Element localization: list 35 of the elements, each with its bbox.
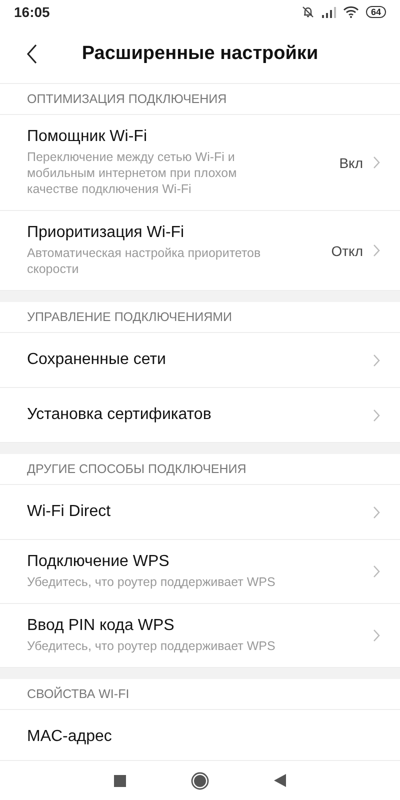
back-nav-icon[interactable] [274, 774, 286, 787]
item-title: Ввод PIN кода WPS [27, 617, 176, 635]
item-title: Приоритизация Wi-Fi [27, 224, 186, 242]
item-value: Откл [331, 242, 363, 258]
item-description: Переключение между сетью Wi-Fi и мобильным интернетом при плохом качестве подключения Wi-Fi [27, 149, 238, 197]
item-title: Сохраненные сети [27, 351, 167, 369]
section-header: УПРАВЛЕНИЕ ПОДКЛЮЧЕНИЯМИ [0, 302, 400, 333]
status-time: 16:05 [14, 4, 50, 20]
muted-bell-icon [300, 6, 315, 18]
item-title: Подключение WPS [27, 553, 170, 571]
signal-icon [322, 6, 336, 18]
battery-level: 64 [366, 6, 386, 18]
settings-item[interactable]: Wi-Fi Direct [0, 485, 400, 540]
section-header: ДРУГИЕ СПОСОБЫ ПОДКЛЮЧЕНИЯ [0, 454, 400, 485]
item-description: Убедитесь, что роутер поддерживает WPS [27, 638, 276, 654]
item-title: Помощник Wi-Fi [27, 128, 148, 146]
settings-item[interactable]: Подключение WPS Убедитесь, что роутер поддерживает WPS [0, 540, 400, 604]
item-title: MAC-адрес [27, 728, 113, 746]
item-title: Установка сертификатов [27, 406, 212, 424]
section-header: ОПТИМИЗАЦИЯ ПОДКЛЮЧЕНИЯ [0, 84, 400, 115]
item-value: Вкл [339, 154, 363, 170]
item-description: Автоматическая настройка приоритетов скорости [27, 245, 262, 277]
settings-item[interactable]: Ввод PIN кода WPS Убедитесь, что роутер поддерживает WPS [0, 604, 400, 668]
item-title: Wi-Fi Direct [27, 503, 112, 521]
wifi-icon [342, 6, 359, 18]
page-title: Расширенные настройки [82, 42, 318, 64]
recents-icon[interactable] [114, 774, 126, 786]
home-icon[interactable] [191, 772, 209, 790]
section-header: СВОЙСТВА WI-FI [0, 679, 400, 710]
item-description: Убедитесь, что роутер поддерживает WPS [27, 574, 276, 590]
back-icon[interactable] [26, 44, 38, 64]
settings-item[interactable]: Помощник Wi-Fi Переключение между сетью Wi-Fi и мобильным интернетом при плохом качестве подключения Wi-Fi Вкл [0, 115, 400, 211]
settings-item[interactable]: Приоритизация Wi-Fi Автоматическая настройка приоритетов скорости Откл [0, 211, 400, 291]
settings-item[interactable]: Установка сертификатов [0, 388, 400, 443]
settings-item[interactable]: Сохраненные сети [0, 333, 400, 388]
